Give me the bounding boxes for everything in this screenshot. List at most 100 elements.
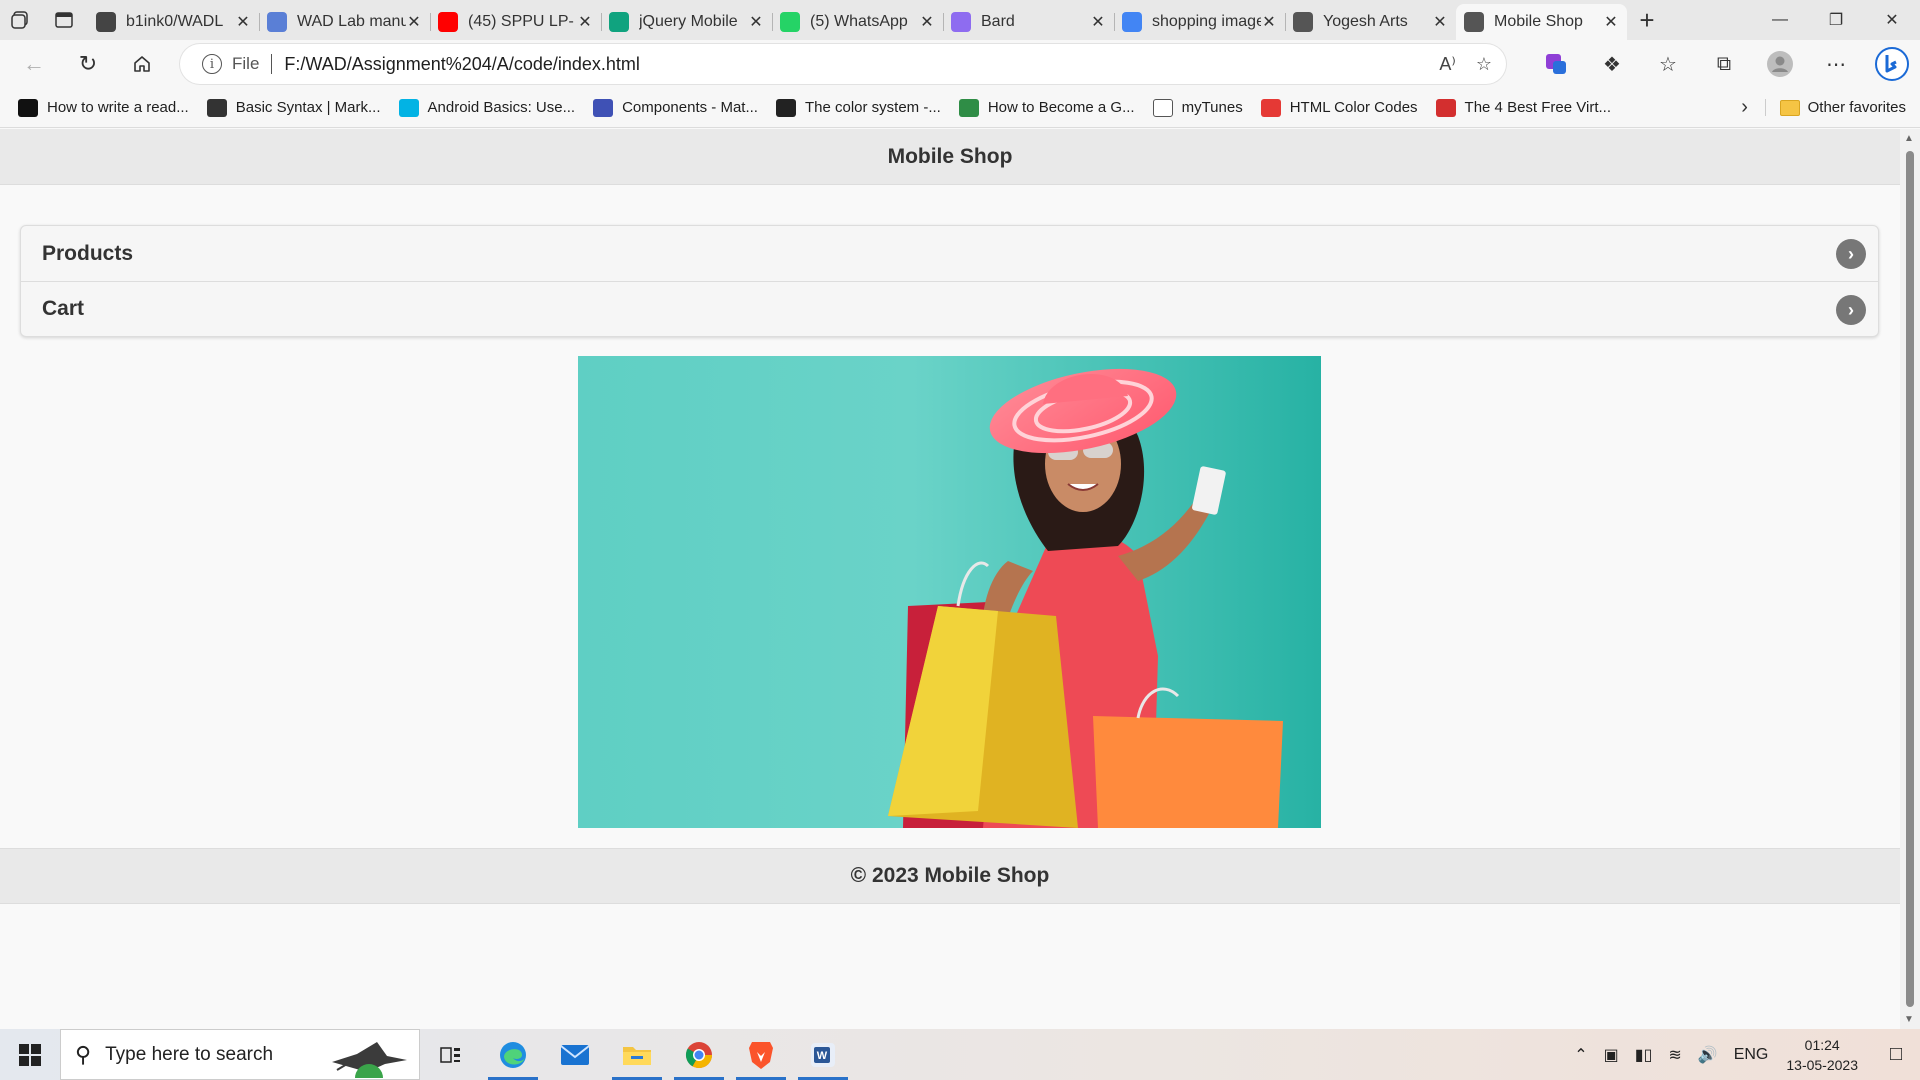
- folder-icon: [1779, 99, 1800, 116]
- add-favorite-icon[interactable]: ☆: [1476, 54, 1492, 75]
- gfg-icon: [958, 98, 979, 117]
- copilot-extension-icon[interactable]: [1528, 40, 1584, 88]
- chevron-up-icon[interactable]: ⌃: [1574, 1045, 1587, 1065]
- close-tab-icon[interactable]: ✕: [1432, 12, 1448, 32]
- contacts-icon: [267, 12, 287, 32]
- favorite-link[interactable]: How to Become a G...: [958, 98, 1135, 117]
- tab-strip: b1ink0/WADL✕WAD Lab manual✕(45) SPPU LP-…: [0, 0, 1920, 40]
- mail-icon[interactable]: [544, 1029, 606, 1080]
- clock-date: 13-05-2023: [1786, 1056, 1858, 1073]
- favorite-link[interactable]: Components - Mat...: [593, 98, 758, 117]
- tab-title: b1ink0/WADL: [126, 13, 224, 30]
- close-tab-icon[interactable]: ✕: [235, 12, 251, 32]
- browser-tab[interactable]: b1ink0/WADL ✕: [88, 4, 259, 40]
- back-button[interactable]: ←: [14, 44, 54, 84]
- word-icon[interactable]: W: [792, 1029, 854, 1080]
- list-item-label: Products: [42, 241, 134, 265]
- browser-tab[interactable]: Bard ✕: [943, 4, 1114, 40]
- browser-tab[interactable]: Yogesh Arts ✕: [1285, 4, 1456, 40]
- language-indicator[interactable]: ENG: [1734, 1046, 1769, 1064]
- clock[interactable]: 01:24 13-05-2023: [1786, 1035, 1858, 1075]
- close-tab-icon[interactable]: ✕: [577, 12, 593, 32]
- more-menu-icon[interactable]: ⋯: [1808, 40, 1864, 88]
- color-icon: [1260, 98, 1281, 117]
- bing-chat-icon[interactable]: [1864, 40, 1920, 88]
- close-tab-icon[interactable]: ✕: [919, 12, 935, 32]
- favorite-label: Components - Mat...: [622, 99, 758, 116]
- close-tab-icon[interactable]: ✕: [1261, 12, 1277, 32]
- browser-tab[interactable]: shopping images ✕: [1114, 4, 1285, 40]
- list-item-label: Cart: [42, 297, 85, 320]
- favorites-bar: How to write a read... Basic Syntax | Mar…: [0, 88, 1920, 128]
- browser-toolbar: ← ↻ i File F:/WAD/Assignment%204/A/code/…: [0, 40, 1920, 88]
- page-icon: [1152, 98, 1173, 117]
- windows-start-button[interactable]: [0, 1029, 60, 1080]
- favorite-link[interactable]: myTunes: [1152, 98, 1243, 117]
- chatgpt-icon: [609, 12, 629, 32]
- browser-tab[interactable]: WAD Lab manual✕: [259, 4, 430, 40]
- search-highlight-illustration: [332, 1042, 407, 1078]
- battery-icon[interactable]: ▮▯: [1635, 1045, 1653, 1065]
- vpn-icon: [1435, 98, 1456, 117]
- browser-tab[interactable]: Mobile Shop ✕: [1456, 4, 1627, 40]
- address-bar[interactable]: i File F:/WAD/Assignment%204/A/code/inde…: [180, 44, 1506, 84]
- close-tab-icon[interactable]: ✕: [406, 12, 422, 32]
- volume-icon[interactable]: 🔊: [1698, 1045, 1718, 1065]
- material-icon: [593, 98, 614, 117]
- browser-tab[interactable]: (45) SPPU LP- ✕: [430, 4, 601, 40]
- favorite-link[interactable]: The color system -...: [775, 98, 941, 117]
- chevron-right-icon[interactable]: ›: [1725, 96, 1765, 119]
- youtube-icon: [438, 12, 458, 32]
- task-view-icon[interactable]: [420, 1029, 482, 1080]
- restore-button[interactable]: ❐: [1808, 0, 1864, 40]
- edge-taskbar-icon[interactable]: [482, 1029, 544, 1080]
- workspaces-icon[interactable]: [0, 0, 40, 40]
- tab-title: jQuery Mobile: [639, 13, 738, 30]
- close-window-button[interactable]: ✕: [1864, 0, 1920, 40]
- read-aloud-icon[interactable]: A⁾: [1439, 54, 1455, 75]
- favorite-link[interactable]: HTML Color Codes: [1260, 98, 1418, 117]
- url-text[interactable]: F:/WAD/Assignment%204/A/code/index.html: [284, 54, 1439, 75]
- list-item-products[interactable]: Products ›: [21, 226, 1878, 281]
- collections-icon[interactable]: ⧉: [1696, 40, 1752, 88]
- browser-tab[interactable]: jQuery Mobile ✕: [601, 4, 772, 40]
- readme-icon: [18, 98, 38, 117]
- browser-tab[interactable]: (5) WhatsApp ✕: [772, 4, 943, 40]
- favorites-icon[interactable]: ☆: [1640, 40, 1696, 88]
- wifi-icon[interactable]: ≋: [1668, 1045, 1681, 1065]
- site-info-icon[interactable]: i: [202, 54, 222, 74]
- close-tab-icon[interactable]: ✕: [748, 12, 764, 32]
- chrome-icon[interactable]: [668, 1029, 730, 1080]
- refresh-button[interactable]: ↻: [68, 44, 108, 84]
- favorite-link[interactable]: Basic Syntax | Mark...: [206, 98, 381, 117]
- file-explorer-icon[interactable]: [606, 1029, 668, 1080]
- google-icon: [1122, 12, 1142, 32]
- favorite-label: HTML Color Codes: [1289, 99, 1418, 116]
- tab-actions-icon[interactable]: [44, 0, 84, 40]
- extensions-icon[interactable]: ❖: [1584, 40, 1640, 88]
- favorite-link[interactable]: The 4 Best Free Virt...: [1435, 98, 1611, 117]
- favorite-link[interactable]: Android Basics: Use...: [398, 98, 575, 117]
- vertical-scrollbar[interactable]: ▲ ▼: [1900, 129, 1920, 1029]
- close-tab-icon[interactable]: ✕: [1603, 12, 1619, 32]
- notification-icon[interactable]: □: [1872, 1029, 1920, 1080]
- scroll-up-arrow-icon[interactable]: ▲: [1904, 133, 1914, 144]
- home-button[interactable]: [122, 44, 162, 84]
- favorite-link[interactable]: How to write a read...: [18, 98, 189, 117]
- github-icon: [96, 12, 116, 32]
- scroll-down-arrow-icon[interactable]: ▼: [1904, 1014, 1914, 1025]
- meet-now-icon[interactable]: ▣: [1604, 1045, 1619, 1065]
- brave-icon[interactable]: [730, 1029, 792, 1080]
- minimize-button[interactable]: —: [1752, 0, 1808, 40]
- new-tab-button[interactable]: +: [1627, 0, 1667, 40]
- scrollbar-thumb[interactable]: [1906, 151, 1914, 1007]
- close-tab-icon[interactable]: ✕: [1090, 12, 1106, 32]
- list-item-cart[interactable]: Cart ›: [21, 281, 1878, 336]
- udacity-icon: [398, 98, 419, 117]
- url-scheme: File: [232, 54, 260, 73]
- favorite-label: The color system -...: [804, 99, 941, 116]
- other-favorites-folder[interactable]: Other favorites: [1764, 99, 1906, 116]
- taskbar-search-box[interactable]: ⚲ Type here to search: [60, 1029, 420, 1080]
- url-divider: [271, 54, 273, 74]
- profile-avatar[interactable]: [1752, 40, 1808, 88]
